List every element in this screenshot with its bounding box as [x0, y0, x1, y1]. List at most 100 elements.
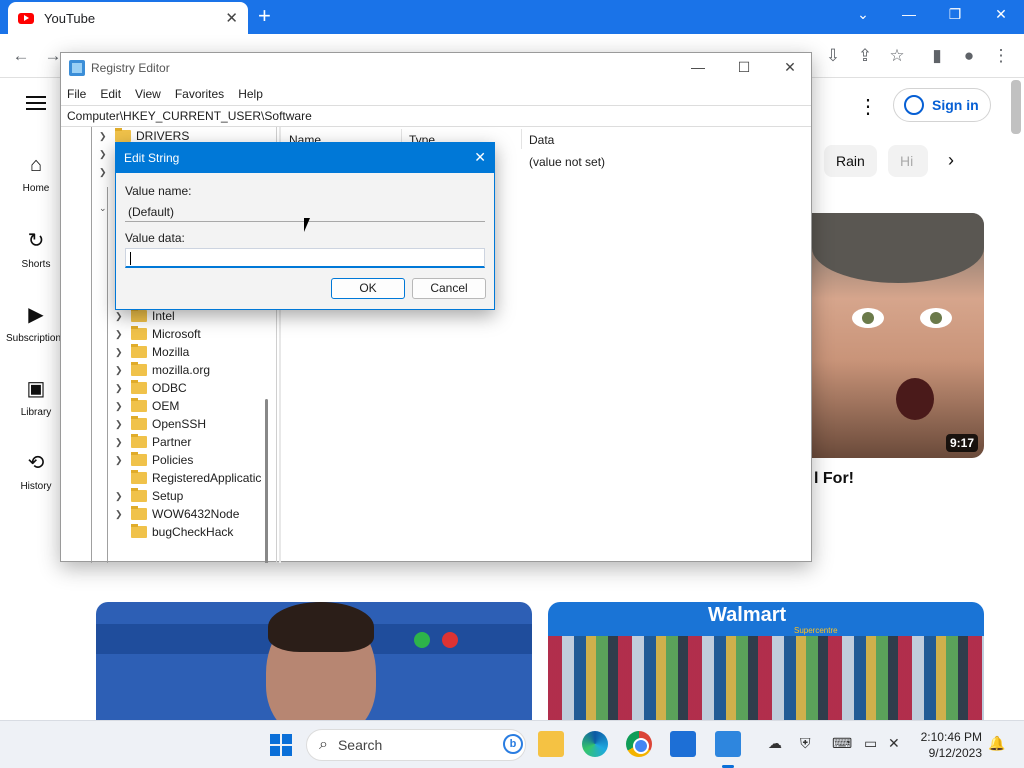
- tree-item[interactable]: ❯ OpenSSH: [115, 415, 206, 433]
- browser-close-button[interactable]: ✕: [986, 6, 1016, 23]
- expand-chevron-icon[interactable]: ❯: [99, 131, 111, 142]
- expand-chevron-icon[interactable]: ❯: [115, 437, 127, 448]
- regedit-minimize-button[interactable]: —: [683, 59, 713, 75]
- menu-favorites[interactable]: Favorites: [175, 87, 224, 101]
- value-data-input[interactable]: [125, 248, 485, 268]
- ok-button[interactable]: OK: [331, 278, 405, 299]
- video-title[interactable]: l For!: [814, 470, 854, 488]
- tree-item[interactable]: ❯ Policies: [115, 451, 193, 469]
- column-data[interactable]: Data: [529, 133, 554, 147]
- expand-chevron-icon[interactable]: ❯: [99, 149, 111, 160]
- taskbar-clock[interactable]: 2:10:46 PM 9/12/2023: [910, 729, 982, 761]
- default-value-data[interactable]: (value not set): [529, 155, 605, 169]
- microsoft-store-icon[interactable]: [670, 731, 696, 757]
- sign-in-button[interactable]: Sign in: [893, 88, 991, 122]
- page-scrollbar[interactable]: [1011, 80, 1021, 134]
- chip-next-icon[interactable]: ›: [948, 150, 954, 171]
- thumbnail-green-light: [414, 632, 430, 648]
- registry-editor-icon[interactable]: [715, 731, 741, 757]
- video-thumbnail[interactable]: 9:17: [812, 213, 984, 458]
- bing-icon[interactable]: b: [503, 734, 523, 754]
- taskbar-search-box[interactable]: ⌕ Search b: [306, 729, 526, 761]
- menu-view[interactable]: View: [135, 87, 161, 101]
- network-icon[interactable]: ▭: [864, 735, 877, 752]
- tab-search-chevron-icon[interactable]: ⌄: [848, 6, 878, 23]
- tree-item-collapsed[interactable]: ❯: [99, 145, 115, 163]
- share-icon[interactable]: ⇪: [854, 46, 876, 66]
- notifications-bell-icon[interactable]: 🔔: [988, 735, 1005, 752]
- regedit-maximize-button[interactable]: ☐: [729, 59, 759, 76]
- expand-chevron-icon[interactable]: ❯: [115, 329, 127, 340]
- expand-chevron-icon[interactable]: ❯: [115, 401, 127, 412]
- thumbnail-eye: [852, 308, 884, 328]
- bookmark-star-icon[interactable]: ☆: [886, 46, 908, 66]
- edge-icon[interactable]: [582, 731, 608, 757]
- expand-chevron-icon[interactable]: ❯: [115, 419, 127, 430]
- dialog-titlebar[interactable]: Edit String: [116, 143, 494, 173]
- expand-chevron-icon[interactable]: ❯: [115, 455, 127, 466]
- collapse-chevron-icon[interactable]: ⌄: [99, 203, 111, 214]
- expand-chevron-icon[interactable]: ❯: [115, 509, 127, 520]
- tree-item-collapsed[interactable]: ❯: [99, 163, 115, 181]
- expand-chevron-icon[interactable]: ❯: [115, 365, 127, 376]
- tab-youtube[interactable]: YouTube ✕: [8, 2, 248, 34]
- windows-start-icon[interactable]: [270, 734, 292, 756]
- regedit-close-button[interactable]: ✕: [775, 59, 805, 76]
- onedrive-icon[interactable]: ☁: [768, 735, 782, 752]
- address-bar[interactable]: Computer\HKEY_CURRENT_USER\Software: [61, 105, 811, 127]
- new-tab-button[interactable]: +: [258, 4, 271, 28]
- security-shield-icon[interactable]: ⛨: [800, 735, 811, 752]
- keyboard-icon[interactable]: ⌨: [832, 735, 852, 752]
- tree-item[interactable]: ❯ Partner: [115, 433, 191, 451]
- regedit-app-icon: [69, 60, 85, 76]
- menu-edit[interactable]: Edit: [100, 87, 121, 101]
- side-panel-icon[interactable]: ▮: [926, 46, 948, 66]
- menu-file[interactable]: File: [67, 87, 86, 101]
- dialog-title: Edit String: [124, 151, 180, 165]
- cancel-button[interactable]: Cancel: [412, 278, 486, 299]
- tree-item-label: DRIVERS: [136, 129, 190, 143]
- expand-chevron-icon[interactable]: ❯: [99, 167, 111, 178]
- file-explorer-icon[interactable]: [538, 731, 564, 757]
- profile-icon[interactable]: ●: [958, 46, 980, 66]
- more-options-icon[interactable]: ⋮: [858, 94, 878, 119]
- browser-menu-icon[interactable]: ⋮: [990, 46, 1012, 66]
- tree-item[interactable]: ❯ Microsoft: [115, 325, 201, 343]
- thumbnail-shelves: [548, 636, 984, 720]
- menu-help[interactable]: Help: [238, 87, 263, 101]
- thumbnail-eye: [920, 308, 952, 328]
- column-separator[interactable]: [521, 129, 522, 149]
- expand-chevron-icon[interactable]: ❯: [115, 491, 127, 502]
- tree-item[interactable]: bugCheckHack: [115, 523, 233, 541]
- nav-subscriptions-label: Subscriptions: [5, 333, 67, 344]
- tree-item[interactable]: RegisteredApplicatic: [115, 469, 261, 487]
- video-thumbnail-bottom-left[interactable]: [96, 602, 532, 720]
- tab-close-icon[interactable]: ✕: [225, 9, 238, 27]
- tree-item[interactable]: ❯ Setup: [115, 487, 183, 505]
- expand-chevron-icon[interactable]: ❯: [115, 311, 127, 322]
- folder-icon: [131, 344, 147, 358]
- folder-icon: [131, 434, 147, 448]
- expand-chevron-icon[interactable]: ❯: [115, 383, 127, 394]
- dialog-close-icon[interactable]: ✕: [474, 149, 486, 166]
- tree-item[interactable]: ❯ ODBC: [115, 379, 187, 397]
- tree-item[interactable]: ❯ Mozilla: [115, 343, 189, 361]
- install-app-icon[interactable]: ⇩: [822, 46, 844, 66]
- video-thumbnail-bottom-right[interactable]: Walmart Supercentre: [548, 602, 984, 720]
- browser-minimize-button[interactable]: —: [894, 6, 924, 22]
- tree-item-software[interactable]: ⌄: [99, 199, 115, 217]
- chip-partial[interactable]: Hi: [888, 145, 928, 177]
- hamburger-menu-icon[interactable]: [26, 96, 46, 114]
- tree-item[interactable]: ❯ mozilla.org: [115, 361, 210, 379]
- volume-muted-icon[interactable]: ✕: [888, 735, 900, 752]
- browser-restore-button[interactable]: ❐: [940, 6, 970, 23]
- tree-item[interactable]: ❯ WOW6432Node: [115, 505, 239, 523]
- account-icon: [904, 95, 924, 115]
- tree-vertical-scrollbar[interactable]: [265, 399, 268, 563]
- back-arrow-icon[interactable]: ←: [10, 46, 32, 66]
- walmart-subtitle: Supercentre: [794, 626, 838, 635]
- chrome-icon[interactable]: [626, 731, 652, 757]
- expand-chevron-icon[interactable]: ❯: [115, 347, 127, 358]
- tree-item[interactable]: ❯ OEM: [115, 397, 179, 415]
- chip-rain[interactable]: Rain: [824, 145, 877, 177]
